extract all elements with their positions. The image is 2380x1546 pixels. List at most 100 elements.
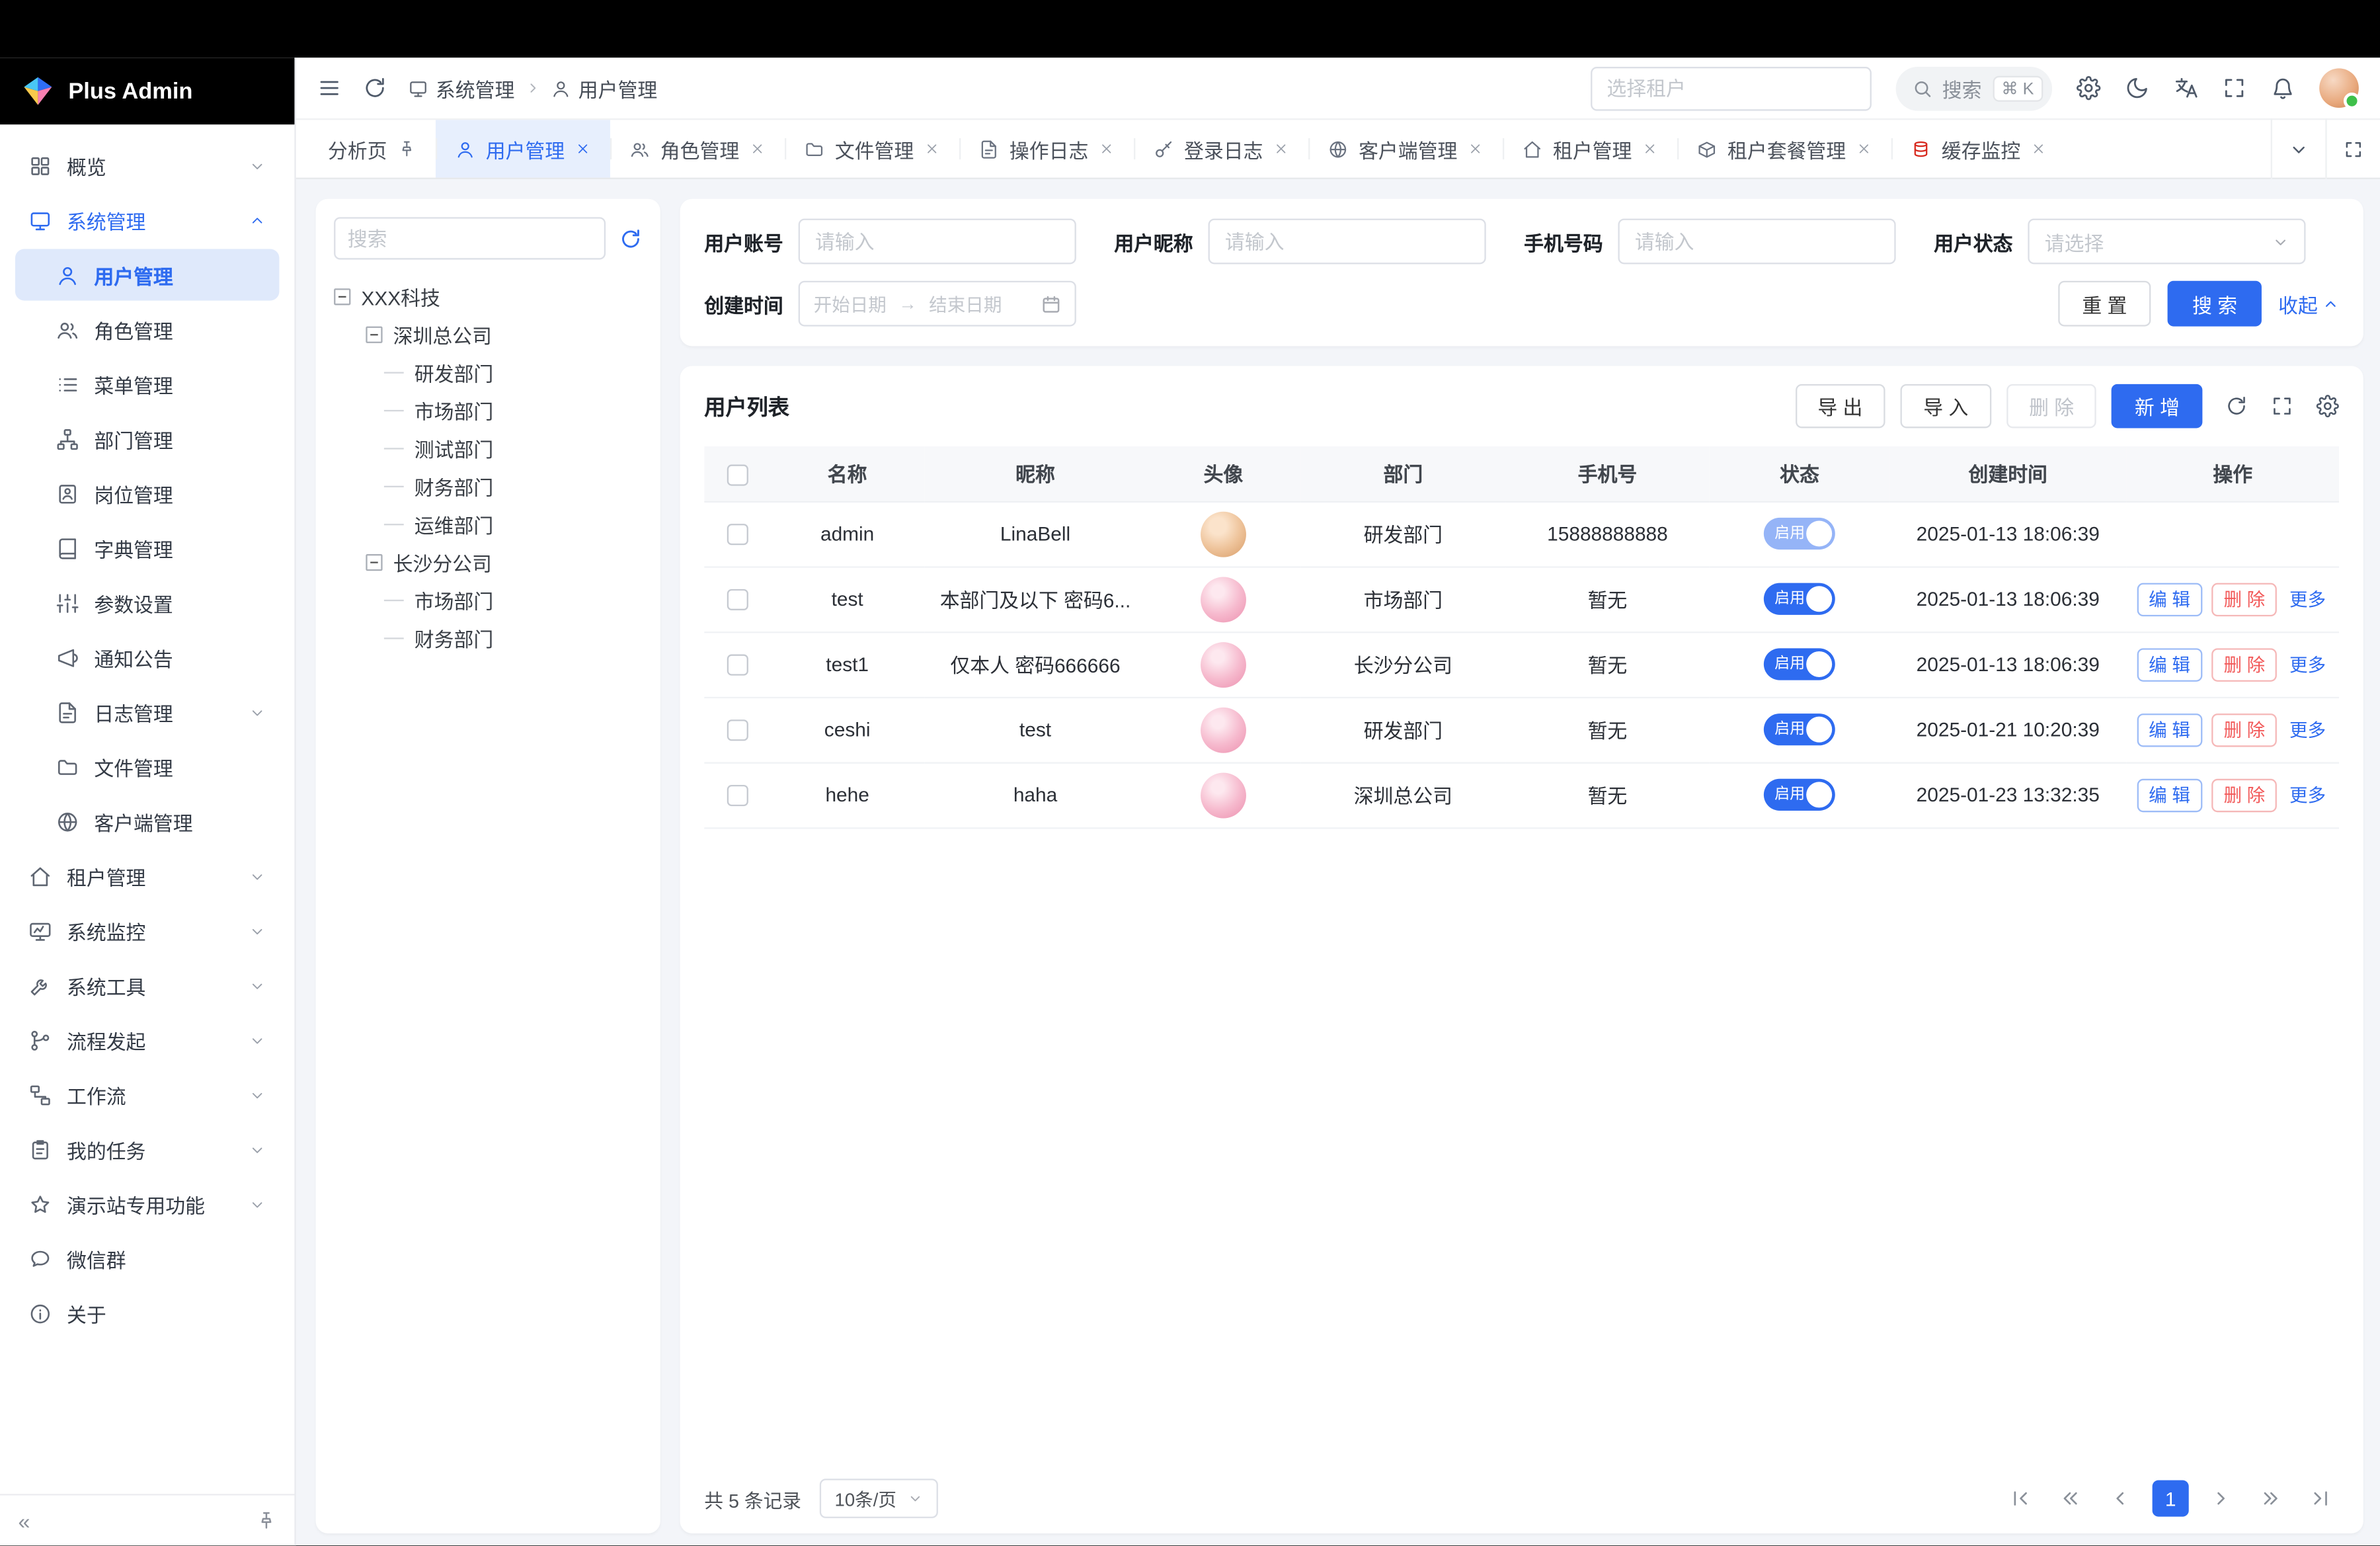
sidebar-item-概览[interactable]: 概览 [15,140,279,191]
tree-refresh-icon[interactable] [619,227,642,249]
用户账号-input[interactable] [799,219,1076,264]
breadcrumb-item[interactable]: 用户管理 [551,73,657,102]
tab-分析页[interactable]: 分析页 [308,120,436,177]
tree-node-财务部门[interactable]: 财务部门 [334,620,642,657]
export-button[interactable]: 导 出 [1795,384,1885,428]
tab-角色管理[interactable]: 角色管理 [610,120,785,177]
tab-close-icon[interactable] [924,142,939,157]
select-all-checkbox[interactable] [727,464,748,485]
pin-sidebar-button[interactable] [257,1510,276,1530]
sidebar-item-日志管理[interactable]: 日志管理 [15,686,279,738]
settings-gear-icon[interactable] [2077,76,2101,101]
fullscreen-icon[interactable] [2222,76,2246,101]
tab-登录日志[interactable]: 登录日志 [1134,120,1308,177]
sidebar-item-租户管理[interactable]: 租户管理 [15,850,279,902]
sidebar-item-工作流[interactable]: 工作流 [15,1069,279,1120]
edit-button[interactable]: 编 辑 [2137,582,2203,616]
tree-node-运维部门[interactable]: 运维部门 [334,506,642,544]
status-switch[interactable]: 启用 [1764,583,1835,615]
tree-node-市场部门[interactable]: 市场部门 [334,581,642,619]
tree-node-长沙分公司[interactable]: 长沙分公司 [334,544,642,581]
app-logo[interactable]: Plus Admin [0,58,294,124]
refresh-page-icon[interactable] [363,76,387,101]
sidebar-item-系统管理[interactable]: 系统管理 [15,194,279,246]
more-button[interactable]: 更多 [2286,713,2328,747]
tree-node-深圳总公司[interactable]: 深圳总公司 [334,316,642,354]
collapse-filters-link[interactable]: 收起 [2278,289,2339,318]
tree-collapse-icon[interactable] [366,554,382,571]
delete-button[interactable]: 删 除 [2006,384,2097,428]
tree-node-研发部门[interactable]: 研发部门 [334,354,642,391]
tab-close-icon[interactable] [750,142,765,157]
more-button[interactable]: 更多 [2286,582,2328,616]
tab-缓存监控[interactable]: 缓存监控 [1891,120,2066,177]
tabs-dropdown-button[interactable] [2271,118,2326,179]
手机号码-input[interactable] [1618,219,1896,264]
tab-租户套餐管理[interactable]: 租户套餐管理 [1677,120,1891,177]
dark-mode-moon-icon[interactable] [2125,76,2149,101]
delete-row-button[interactable]: 删 除 [2211,647,2278,681]
tab-close-icon[interactable] [575,142,590,157]
status-switch[interactable]: 启用 [1764,779,1835,811]
delete-row-button[interactable]: 删 除 [2211,713,2278,747]
tab-close-icon[interactable] [2031,142,2046,157]
tab-close-icon[interactable] [1856,142,1872,157]
row-checkbox[interactable] [727,786,748,807]
sidebar-item-关于[interactable]: 关于 [15,1287,279,1339]
tab-close-icon[interactable] [1099,142,1114,157]
tab-操作日志[interactable]: 操作日志 [959,120,1134,177]
sidebar-item-角色管理[interactable]: 角色管理 [15,304,279,355]
sidebar-item-菜单管理[interactable]: 菜单管理 [15,358,279,410]
status-switch[interactable]: 启用 [1764,713,1835,745]
sidebar-item-字典管理[interactable]: 字典管理 [15,522,279,574]
tabs-fullscreen-button[interactable] [2325,118,2380,179]
tree-node-市场部门[interactable]: 市场部门 [334,391,642,429]
reset-button[interactable]: 重 置 [2058,281,2151,327]
pagination-page-current[interactable]: 1 [2153,1481,2189,1517]
用户状态-select[interactable]: 请选择 [2028,219,2305,264]
sidebar-item-我的任务[interactable]: 我的任务 [15,1123,279,1175]
status-switch[interactable]: 启用 [1764,518,1835,549]
sidebar-item-岗位管理[interactable]: 岗位管理 [15,468,279,519]
collapse-sidebar-button[interactable]: « [19,1508,30,1533]
sidebar-item-系统监控[interactable]: 系统监控 [15,905,279,956]
sidebar-item-客户端管理[interactable]: 客户端管理 [15,795,279,847]
status-switch[interactable]: 启用 [1764,648,1835,680]
pagination-first[interactable] [2002,1481,2038,1517]
search-button[interactable]: 搜 索 [2168,281,2261,327]
sidebar-item-系统工具[interactable]: 系统工具 [15,959,279,1011]
tab-pin-icon[interactable] [398,140,416,158]
pagination-next-jump[interactable] [2252,1481,2289,1517]
tree-node-测试部门[interactable]: 测试部门 [334,430,642,468]
tree-node-XXX科技[interactable]: XXX科技 [334,278,642,315]
edit-button[interactable]: 编 辑 [2137,647,2203,681]
pagination-last[interactable] [2303,1481,2339,1517]
user-avatar[interactable] [2319,68,2359,108]
row-checkbox[interactable] [727,655,748,676]
sidebar-item-部门管理[interactable]: 部门管理 [15,413,279,464]
sidebar-item-演示站专用功能[interactable]: 演示站专用功能 [15,1178,279,1230]
notifications-bell-icon[interactable] [2271,76,2295,101]
dept-search-input[interactable] [334,217,606,259]
tab-close-icon[interactable] [1642,142,1657,157]
more-button[interactable]: 更多 [2286,647,2328,681]
more-button[interactable]: 更多 [2286,778,2328,812]
tree-collapse-icon[interactable] [334,288,350,305]
pagination-prev[interactable] [2102,1481,2139,1517]
global-search[interactable]: 搜索 ⌘ K [1895,66,2052,110]
tab-close-icon[interactable] [1468,142,1483,157]
page-size-select[interactable]: 10条/页 [820,1479,937,1518]
tenant-select[interactable] [1590,66,1871,110]
sidebar-item-通知公告[interactable]: 通知公告 [15,631,279,683]
delete-row-button[interactable]: 删 除 [2211,778,2278,812]
tab-客户端管理[interactable]: 客户端管理 [1308,120,1503,177]
tab-用户管理[interactable]: 用户管理 [436,120,610,177]
language-icon[interactable] [2174,76,2198,101]
edit-button[interactable]: 编 辑 [2137,778,2203,812]
hamburger-menu-icon[interactable] [317,76,342,101]
delete-row-button[interactable]: 删 除 [2211,582,2278,616]
date-range-picker[interactable]: 开始日期 → 结束日期 [799,281,1076,327]
add-button[interactable]: 新 增 [2112,384,2202,428]
pagination-prev-jump[interactable] [2052,1481,2088,1517]
tab-租户管理[interactable]: 租户管理 [1503,120,1677,177]
